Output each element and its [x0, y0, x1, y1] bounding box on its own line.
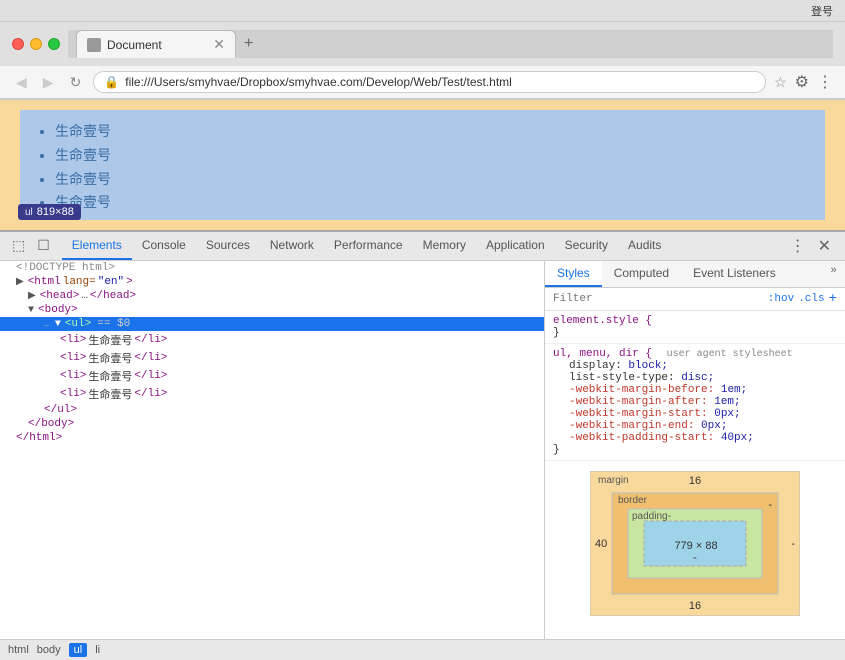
devtools-panel: ⬚ ☐ ElementsConsoleSourcesNetworkPerform… — [0, 230, 845, 660]
margin-label: margin — [598, 475, 629, 486]
html-line-ul[interactable]: … ▼ <ul> == $0 — [0, 317, 544, 331]
devtools-tab-application[interactable]: Application — [476, 232, 555, 260]
html-line-ul-close[interactable]: </ul> — [0, 403, 544, 417]
breadcrumb-body[interactable]: body — [37, 644, 61, 656]
box-model-diagram: margin 16 16 40 - border - padding- 779 … — [590, 471, 800, 616]
devtools-tab-sources[interactable]: Sources — [196, 232, 260, 260]
padding-label: padding- — [632, 511, 671, 522]
devtools-close-button[interactable]: ✕ — [812, 232, 837, 260]
tab-bar: Document ✕ + — [68, 30, 833, 58]
forward-button[interactable]: ▶ — [39, 72, 58, 93]
menu-button[interactable]: ⋮ — [817, 72, 833, 92]
reload-button[interactable]: ↻ — [66, 72, 86, 93]
doctype-text: <!DOCTYPE html> — [16, 262, 115, 274]
css-rule-element-style: element.style { } — [545, 311, 845, 344]
html-line-li2[interactable]: <li>生命壹号</li> — [0, 349, 544, 367]
margin-top-value: 16 — [689, 475, 701, 487]
styles-filter-bar: :hov .cls + — [545, 288, 845, 311]
border-right-value: - — [768, 499, 772, 511]
back-button[interactable]: ◀ — [12, 72, 31, 93]
list-item: 生命壹号 — [55, 120, 810, 144]
content-dash: - — [693, 552, 697, 564]
devtools-body: <!DOCTYPE html> ▶ <html lang="en" > ▶ <h… — [0, 261, 845, 639]
margin-bottom-value: 16 — [689, 600, 701, 612]
devtools-tab-audits[interactable]: Audits — [618, 232, 671, 260]
maximize-window-button[interactable] — [48, 38, 60, 50]
tab-favicon — [87, 38, 101, 52]
url-text: file:///Users/smyhvae/Dropbox/smyhvae.co… — [125, 75, 755, 89]
add-style-button[interactable]: + — [829, 291, 837, 307]
margin-left-value: 40 — [595, 538, 607, 550]
html-line-head[interactable]: ▶ <head> … </head> — [0, 289, 544, 303]
macos-status: 登号 — [811, 3, 833, 19]
device-toolbar-icon[interactable]: ☐ — [33, 234, 54, 259]
hov-button[interactable]: :hov — [768, 293, 794, 305]
tab-styles[interactable]: Styles — [545, 261, 602, 287]
html-line-html-close[interactable]: </html> — [0, 431, 544, 445]
dim-badge-tag: ul — [25, 207, 33, 218]
css-rule-ul-menu-dir: ul, menu, dir { user agent stylesheet di… — [545, 344, 845, 461]
list-item: 生命壹号 — [55, 168, 810, 192]
devtools-more-button[interactable]: ⋮ — [784, 232, 812, 260]
devtools-tab-console[interactable]: Console — [132, 232, 196, 260]
html-line-li1[interactable]: <li>生命壹号</li> — [0, 331, 544, 349]
breadcrumb-li[interactable]: li — [95, 644, 100, 656]
html-line-doctype[interactable]: <!DOCTYPE html> — [0, 261, 544, 275]
tab-event-listeners[interactable]: Event Listeners — [681, 261, 788, 287]
minimize-window-button[interactable] — [30, 38, 42, 50]
devtools-tabs: ⬚ ☐ ElementsConsoleSourcesNetworkPerform… — [0, 232, 845, 261]
title-bar: Document ✕ + — [0, 22, 845, 66]
list-item: 生命壹号 — [55, 191, 810, 215]
styles-more-button[interactable]: » — [822, 261, 845, 287]
breadcrumb-html[interactable]: html — [8, 644, 29, 656]
devtools-tab-list: ElementsConsoleSourcesNetworkPerformance… — [62, 232, 672, 260]
devtools-tab-memory[interactable]: Memory — [413, 232, 476, 260]
new-tab-button[interactable]: + — [236, 30, 261, 58]
page-list: 生命壹号生命壹号生命壹号生命壹号 — [35, 120, 810, 215]
breadcrumb-ul[interactable]: ul — [69, 643, 88, 657]
html-panel: <!DOCTYPE html> ▶ <html lang="en" > ▶ <h… — [0, 261, 545, 639]
traffic-lights — [12, 38, 60, 50]
devtools-tab-security[interactable]: Security — [555, 232, 618, 260]
list-item: 生命壹号 — [55, 144, 810, 168]
dimension-badge: ul 819×88 — [18, 204, 81, 220]
styles-filter-input[interactable] — [553, 293, 764, 305]
browser-chrome: Document ✕ + ◀ ▶ ↻ 🔒 file:///Users/smyhv… — [0, 22, 845, 100]
html-line-html[interactable]: ▶ <html lang="en" > — [0, 275, 544, 289]
html-line-body[interactable]: ▼ <body> — [0, 303, 544, 317]
browser-tab[interactable]: Document ✕ — [76, 30, 236, 58]
page-content: 生命壹号生命壹号生命壹号生命壹号 ul 819×88 — [0, 100, 845, 230]
tab-title: Document — [107, 38, 207, 52]
close-window-button[interactable] — [12, 38, 24, 50]
devtools-icons: ⬚ ☐ — [8, 234, 54, 259]
tab-computed[interactable]: Computed — [602, 261, 681, 287]
macos-bar: 登号 — [0, 0, 845, 22]
secure-icon: 🔒 — [104, 75, 119, 89]
border-label: border — [618, 495, 647, 506]
dim-badge-size: 819×88 — [37, 206, 74, 218]
html-line-li3[interactable]: <li>生命壹号</li> — [0, 367, 544, 385]
styles-tabs: Styles Computed Event Listeners » — [545, 261, 845, 288]
tab-close-button[interactable]: ✕ — [213, 36, 225, 53]
devtools-tab-elements[interactable]: Elements — [62, 232, 132, 260]
devtools-tab-performance[interactable]: Performance — [324, 232, 413, 260]
inspect-element-icon[interactable]: ⬚ — [8, 234, 29, 259]
html-line-body-close[interactable]: </body> — [0, 417, 544, 431]
bookmark-button[interactable]: ☆ — [774, 74, 787, 91]
cls-button[interactable]: .cls — [798, 293, 824, 305]
url-bar[interactable]: 🔒 file:///Users/smyhvae/Dropbox/smyhvae.… — [93, 71, 766, 93]
account-button[interactable]: ⚙ — [795, 72, 809, 92]
devtools-status-bar: html bodyulli — [0, 639, 845, 660]
address-bar: ◀ ▶ ↻ 🔒 file:///Users/smyhvae/Dropbox/sm… — [0, 66, 845, 99]
html-line-li4[interactable]: <li>生命壹号</li> — [0, 385, 544, 403]
margin-right-value: - — [791, 538, 795, 550]
box-model-section: margin 16 16 40 - border - padding- 779 … — [545, 461, 845, 626]
styles-panel: Styles Computed Event Listeners » :hov .… — [545, 261, 845, 639]
devtools-tab-network[interactable]: Network — [260, 232, 324, 260]
page-inner-content: 生命壹号生命壹号生命壹号生命壹号 — [20, 110, 825, 220]
